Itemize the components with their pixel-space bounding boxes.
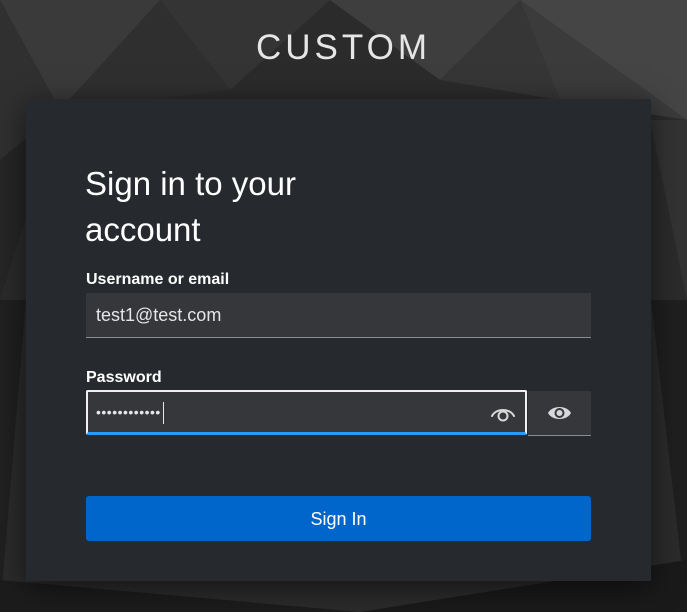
page-title: Sign in to your account (85, 165, 296, 248)
sign-in-button[interactable]: Sign In (86, 496, 591, 541)
eye-icon (548, 407, 571, 419)
text-caret (162, 402, 164, 425)
password-label: Password (86, 369, 162, 386)
password-field[interactable]: •••••••••••• (86, 390, 527, 435)
show-password-button[interactable] (528, 391, 591, 436)
password-masked-value: •••••••••••• (96, 402, 164, 425)
eye-outline-icon[interactable] (489, 399, 517, 427)
brand-title: CUSTOM (255, 28, 432, 67)
username-label: Username or email (86, 271, 230, 288)
login-card: Sign in to your account Username or emai… (26, 99, 651, 581)
username-field[interactable] (86, 293, 591, 338)
